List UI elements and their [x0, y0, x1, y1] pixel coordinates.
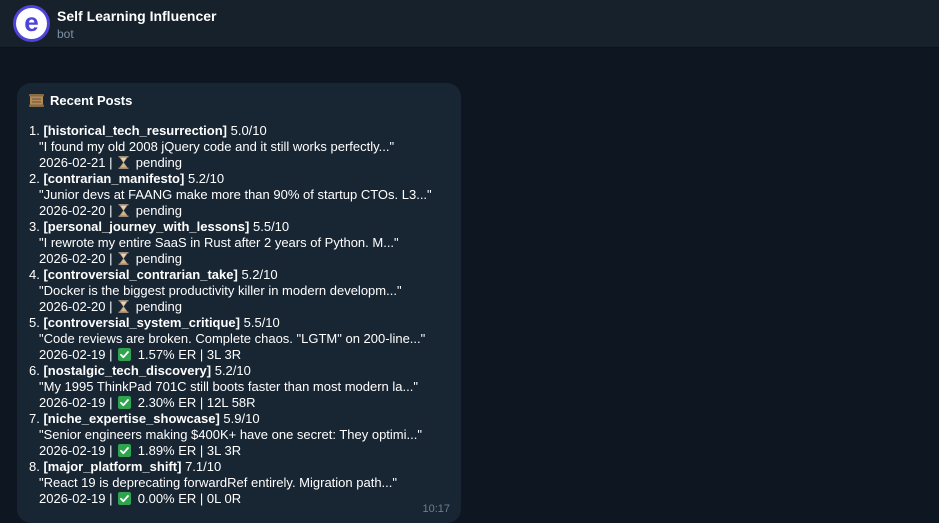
avatar[interactable]: e: [13, 5, 50, 42]
post-index: 6.: [29, 363, 40, 378]
post-date: 2026-02-21 |: [39, 155, 113, 170]
post-status-line: 2026-02-20 | pending: [29, 203, 449, 219]
post-index: 5.: [29, 315, 40, 330]
check-icon: [118, 492, 132, 505]
post-index: 2.: [29, 171, 40, 186]
post-status: pending: [135, 155, 183, 170]
post-quote: "My 1995 ThinkPad 701C still boots faste…: [39, 379, 418, 394]
list-item: 6. [nostalgic_tech_discovery] 5.2/10 "My …: [29, 363, 449, 411]
post-quote: "I rewrote my entire SaaS in Rust after …: [39, 235, 399, 250]
list-item: 3. [personal_journey_with_lessons] 5.5/1…: [29, 219, 449, 267]
post-index: 1.: [29, 123, 40, 138]
avatar-logo: e: [16, 8, 47, 39]
post-score: 5.0/10: [230, 123, 267, 138]
post-date: 2026-02-20 |: [39, 299, 113, 314]
post-list: 1. [historical_tech_resurrection] 5.0/10…: [29, 123, 449, 507]
post-date: 2026-02-20 |: [39, 251, 113, 266]
check-icon: [118, 444, 132, 457]
post-tag: [niche_expertise_showcase]: [43, 411, 220, 426]
list-item: 1. [historical_tech_resurrection] 5.0/10…: [29, 123, 449, 171]
post-status: pending: [135, 251, 183, 266]
avatar-letter: e: [24, 6, 39, 37]
post-header-line: 7. [niche_expertise_showcase] 5.9/10: [29, 411, 449, 427]
check-icon: [118, 396, 132, 409]
post-tag: [controversial_contrarian_take]: [43, 267, 238, 282]
scroll-icon: [29, 93, 44, 107]
post-index: 3.: [29, 219, 40, 234]
post-score: 5.5/10: [243, 315, 280, 330]
post-status: pending: [135, 299, 183, 314]
post-status: pending: [135, 203, 183, 218]
post-quote: "Docker is the biggest productivity kill…: [39, 283, 402, 298]
post-tag: [contrarian_manifesto]: [43, 171, 185, 186]
message-area: Recent Posts 1. [historical_tech_resurre…: [0, 48, 939, 523]
list-item: 7. [niche_expertise_showcase] 5.9/10 "Sen…: [29, 411, 449, 459]
post-date: 2026-02-19 |: [39, 491, 113, 506]
post-status: 1.89% ER | 3L 3R: [137, 443, 242, 458]
message-bubble[interactable]: Recent Posts 1. [historical_tech_resurre…: [17, 83, 461, 523]
post-date: 2026-02-19 |: [39, 443, 113, 458]
post-score: 5.5/10: [253, 219, 290, 234]
post-tag: [major_platform_shift]: [43, 459, 182, 474]
post-score: 5.2/10: [214, 363, 251, 378]
post-index: 4.: [29, 267, 40, 282]
post-status: 2.30% ER | 12L 58R: [137, 395, 256, 410]
post-quote: "React 19 is deprecating forwardRef enti…: [39, 475, 397, 490]
post-tag: [personal_journey_with_lessons]: [43, 219, 250, 234]
post-header-line: 5. [controversial_system_critique] 5.5/1…: [29, 315, 449, 331]
post-tag: [nostalgic_tech_discovery]: [43, 363, 212, 378]
chat-subtitle: bot: [57, 27, 74, 41]
message-title-row: Recent Posts: [29, 92, 449, 108]
post-status-line: 2026-02-19 | 1.89% ER | 3L 3R: [29, 443, 449, 459]
list-item: 4. [controversial_contrarian_take] 5.2/1…: [29, 267, 449, 315]
post-date: 2026-02-20 |: [39, 203, 113, 218]
list-item: 8. [major_platform_shift] 7.1/10 "React 1…: [29, 459, 449, 507]
post-score: 5.2/10: [187, 171, 225, 186]
post-tag: [historical_tech_resurrection]: [43, 123, 227, 138]
post-status-line: 2026-02-19 | 1.57% ER | 3L 3R: [29, 347, 449, 363]
post-status-line: 2026-02-19 | 2.30% ER | 12L 58R: [29, 395, 449, 411]
post-tag: [controversial_system_critique]: [43, 315, 240, 330]
post-status-line: 2026-02-20 | pending: [29, 299, 449, 315]
post-date: 2026-02-19 |: [39, 347, 113, 362]
post-header-line: 1. [historical_tech_resurrection] 5.0/10: [29, 123, 449, 139]
post-status: 0.00% ER | 0L 0R: [137, 491, 242, 506]
post-status: 1.57% ER | 3L 3R: [137, 347, 242, 362]
post-status-line: 2026-02-19 | 0.00% ER | 0L 0R: [29, 491, 449, 507]
post-header-line: 3. [personal_journey_with_lessons] 5.5/1…: [29, 219, 449, 235]
list-item: 2. [contrarian_manifesto] 5.2/10 "Junior …: [29, 171, 449, 219]
post-status-line: 2026-02-21 | pending: [29, 155, 449, 171]
post-status-line: 2026-02-20 | pending: [29, 251, 449, 267]
post-quote: "Senior engineers making $400K+ have one…: [39, 427, 422, 442]
post-quote: "Junior devs at FAANG make more than 90%…: [39, 187, 432, 202]
post-score: 5.2/10: [241, 267, 278, 282]
message-time: 10:17: [422, 503, 450, 515]
post-date: 2026-02-19 |: [39, 395, 113, 410]
post-header-line: 2. [contrarian_manifesto] 5.2/10: [29, 171, 449, 187]
post-quote: "I found my old 2008 jQuery code and it …: [39, 139, 395, 154]
post-header-line: 8. [major_platform_shift] 7.1/10: [29, 459, 449, 475]
list-item: 5. [controversial_system_critique] 5.5/1…: [29, 315, 449, 363]
post-header-line: 6. [nostalgic_tech_discovery] 5.2/10: [29, 363, 449, 379]
chat-header: e Self Learning Influencer bot: [0, 0, 939, 48]
post-score: 5.9/10: [223, 411, 260, 426]
post-index: 7.: [29, 411, 40, 426]
post-quote: "Code reviews are broken. Complete chaos…: [39, 331, 426, 346]
message-title: Recent Posts: [50, 92, 133, 108]
chat-title[interactable]: Self Learning Influencer: [57, 8, 216, 24]
check-icon: [118, 348, 132, 361]
post-score: 7.1/10: [185, 459, 222, 474]
post-index: 8.: [29, 459, 40, 474]
post-header-line: 4. [controversial_contrarian_take] 5.2/1…: [29, 267, 449, 283]
